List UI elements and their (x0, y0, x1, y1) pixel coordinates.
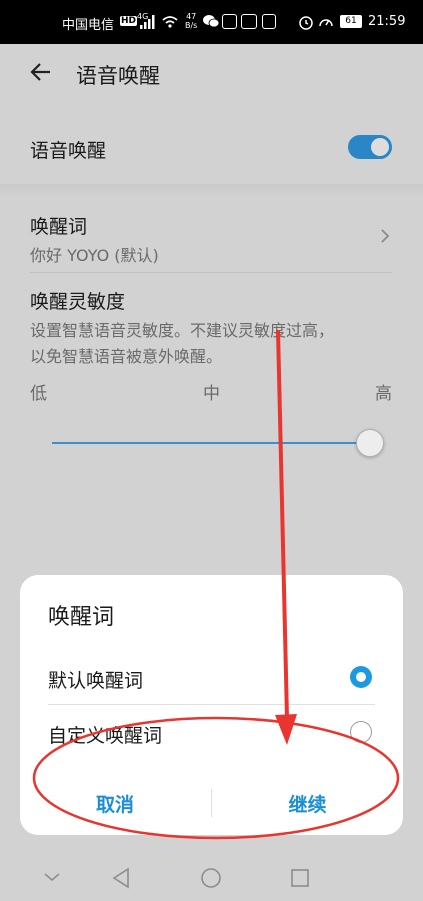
app-notification-icon-3 (262, 14, 276, 29)
speedometer-icon (319, 19, 333, 27)
hd-badge: HD (120, 16, 138, 26)
option-divider (48, 704, 375, 705)
back-arrow-icon[interactable] (30, 62, 52, 82)
status-bar: 中国电信 HD 4G 47 B/s 61 21:59 (0, 0, 423, 44)
sensitivity-high-label: 高 (375, 384, 392, 404)
sensitivity-low-label: 低 (30, 384, 47, 404)
network-speed: 47 B/s (185, 12, 198, 30)
sensitivity-desc-line1: 设置智慧语音灵敏度。不建议灵敏度过高， (30, 321, 335, 340)
sensitivity-label: 唤醒灵敏度 (30, 291, 126, 313)
sensitivity-desc-line2: 以免智慧语音被意外唤醒。 (30, 347, 223, 366)
alarm-icon (299, 16, 313, 30)
radio-unselected-icon[interactable] (350, 721, 372, 743)
circle-home-icon[interactable] (200, 867, 222, 889)
toggle-knob (371, 138, 389, 156)
option-label: 自定义唤醒词 (48, 725, 163, 747)
cancel-button[interactable]: 取消 (20, 790, 210, 817)
option-default-wake-word[interactable]: 默认唤醒词 (20, 653, 403, 703)
carrier-name: 中国电信 (62, 18, 115, 33)
battery-indicator: 61 (340, 15, 362, 28)
continue-button[interactable]: 继续 (212, 790, 403, 817)
wake-word-row[interactable]: 唤醒词 你好 YOYO (默认) (0, 200, 423, 272)
page-title: 语音唤醒 (76, 64, 160, 88)
section-separator (0, 184, 423, 198)
option-custom-wake-word[interactable]: 自定义唤醒词 (20, 708, 403, 758)
slider-thumb[interactable] (356, 429, 384, 457)
row-divider (30, 272, 392, 273)
sensitivity-mid-label: 中 (203, 384, 220, 404)
wake-word-label: 唤醒词 (30, 216, 88, 238)
chevron-down-icon[interactable] (43, 872, 61, 882)
clock: 21:59 (368, 14, 406, 29)
signal-icon (140, 15, 155, 29)
radio-selected-icon[interactable] (350, 666, 372, 688)
chevron-right-icon (381, 229, 390, 243)
sensitivity-slider[interactable] (52, 429, 384, 459)
system-navigation-bar (0, 855, 423, 901)
app-notification-icon-2 (241, 14, 257, 29)
option-label: 默认唤醒词 (48, 670, 144, 692)
wake-word-value: 你好 YOYO (默认) (30, 246, 159, 265)
wechat-icon (203, 15, 219, 28)
app-notification-icon (222, 14, 237, 29)
wake-word-dialog: 唤醒词 默认唤醒词 自定义唤醒词 取消 继续 (20, 575, 403, 835)
square-recent-icon[interactable] (290, 868, 310, 888)
slider-track (52, 442, 370, 444)
triangle-back-icon[interactable] (111, 867, 131, 889)
voice-wakeup-toggle[interactable] (348, 135, 392, 159)
dialog-title: 唤醒词 (48, 605, 115, 630)
voice-wakeup-label: 语音唤醒 (30, 140, 107, 162)
wifi-icon (162, 16, 178, 28)
